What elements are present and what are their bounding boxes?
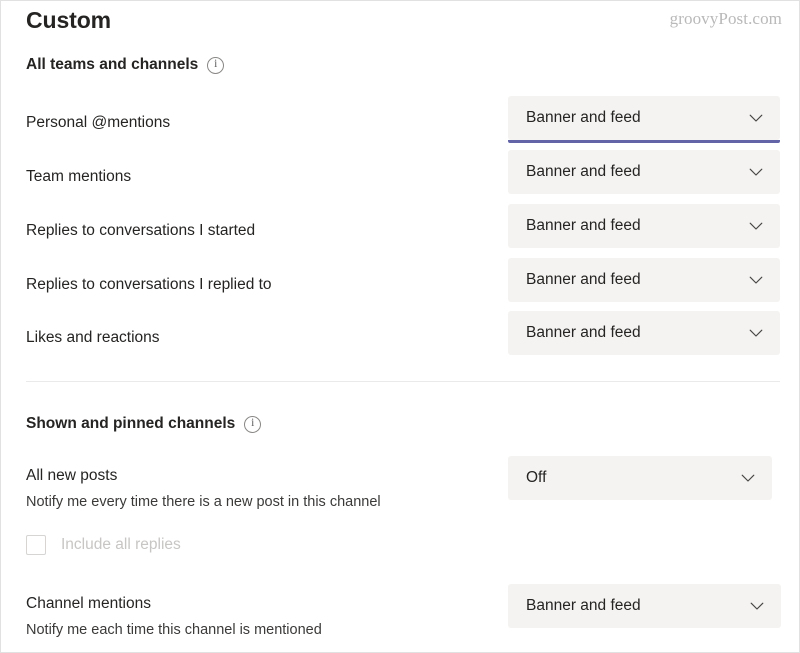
dropdown-personal-mentions[interactable]: Banner and feed — [508, 96, 780, 143]
section-heading-shown-and-pinned-channels: Shown and pinned channels i — [26, 415, 262, 433]
chevron-down-icon — [748, 218, 764, 234]
row-description-channel-mentions: Notify me each time this channel is ment… — [26, 622, 322, 638]
row-label-channel-mentions: Channel mentions — [26, 595, 151, 612]
row-description-all-new-posts: Notify me every time there is a new post… — [26, 494, 381, 510]
chevron-down-icon — [740, 470, 756, 486]
chevron-down-icon — [748, 272, 764, 288]
dropdown-team-mentions[interactable]: Banner and feed — [508, 150, 780, 194]
row-label-team-mentions: Team mentions — [26, 168, 132, 185]
custom-notification-settings-page: groovyPost.com Custom All teams and chan… — [0, 0, 800, 653]
page-title: Custom — [26, 7, 112, 33]
chevron-down-icon — [749, 598, 765, 614]
row-label-replies-replied: Replies to conversations I replied to — [26, 276, 272, 293]
info-circle-icon[interactable]: i — [244, 415, 262, 433]
dropdown-value: Banner and feed — [526, 217, 641, 234]
dropdown-value: Banner and feed — [526, 163, 641, 180]
dropdown-replies-replied[interactable]: Banner and feed — [508, 258, 780, 302]
dropdown-value: Banner and feed — [526, 324, 641, 341]
chevron-down-icon — [748, 325, 764, 341]
dropdown-value: Banner and feed — [526, 597, 641, 614]
row-label-replies-started: Replies to conversations I started — [26, 222, 256, 239]
section-divider — [26, 381, 780, 382]
row-label-personal-mentions: Personal @mentions — [26, 114, 171, 131]
chevron-down-icon — [748, 164, 764, 180]
dropdown-channel-mentions[interactable]: Banner and feed — [508, 584, 781, 628]
checkbox-include-all-replies[interactable] — [26, 535, 46, 555]
dropdown-value: Banner and feed — [526, 271, 641, 288]
row-label-all-new-posts: All new posts — [26, 467, 118, 484]
dropdown-likes-and-reactions[interactable]: Banner and feed — [508, 311, 780, 355]
section-heading-all-teams-and-channels: All teams and channels i — [26, 56, 225, 74]
watermark: groovyPost.com — [669, 9, 782, 28]
section-heading-label: Shown and pinned channels — [26, 415, 236, 432]
info-circle-icon[interactable]: i — [207, 56, 225, 74]
dropdown-all-new-posts[interactable]: Off — [508, 456, 772, 500]
checkbox-row-include-all-replies[interactable]: Include all replies — [26, 535, 181, 555]
checkbox-label: Include all replies — [61, 536, 181, 553]
row-label-likes-and-reactions: Likes and reactions — [26, 329, 160, 346]
chevron-down-icon — [748, 110, 764, 126]
dropdown-value: Off — [526, 469, 547, 486]
section-heading-label: All teams and channels — [26, 56, 199, 73]
dropdown-value: Banner and feed — [526, 109, 641, 126]
dropdown-replies-started[interactable]: Banner and feed — [508, 204, 780, 248]
